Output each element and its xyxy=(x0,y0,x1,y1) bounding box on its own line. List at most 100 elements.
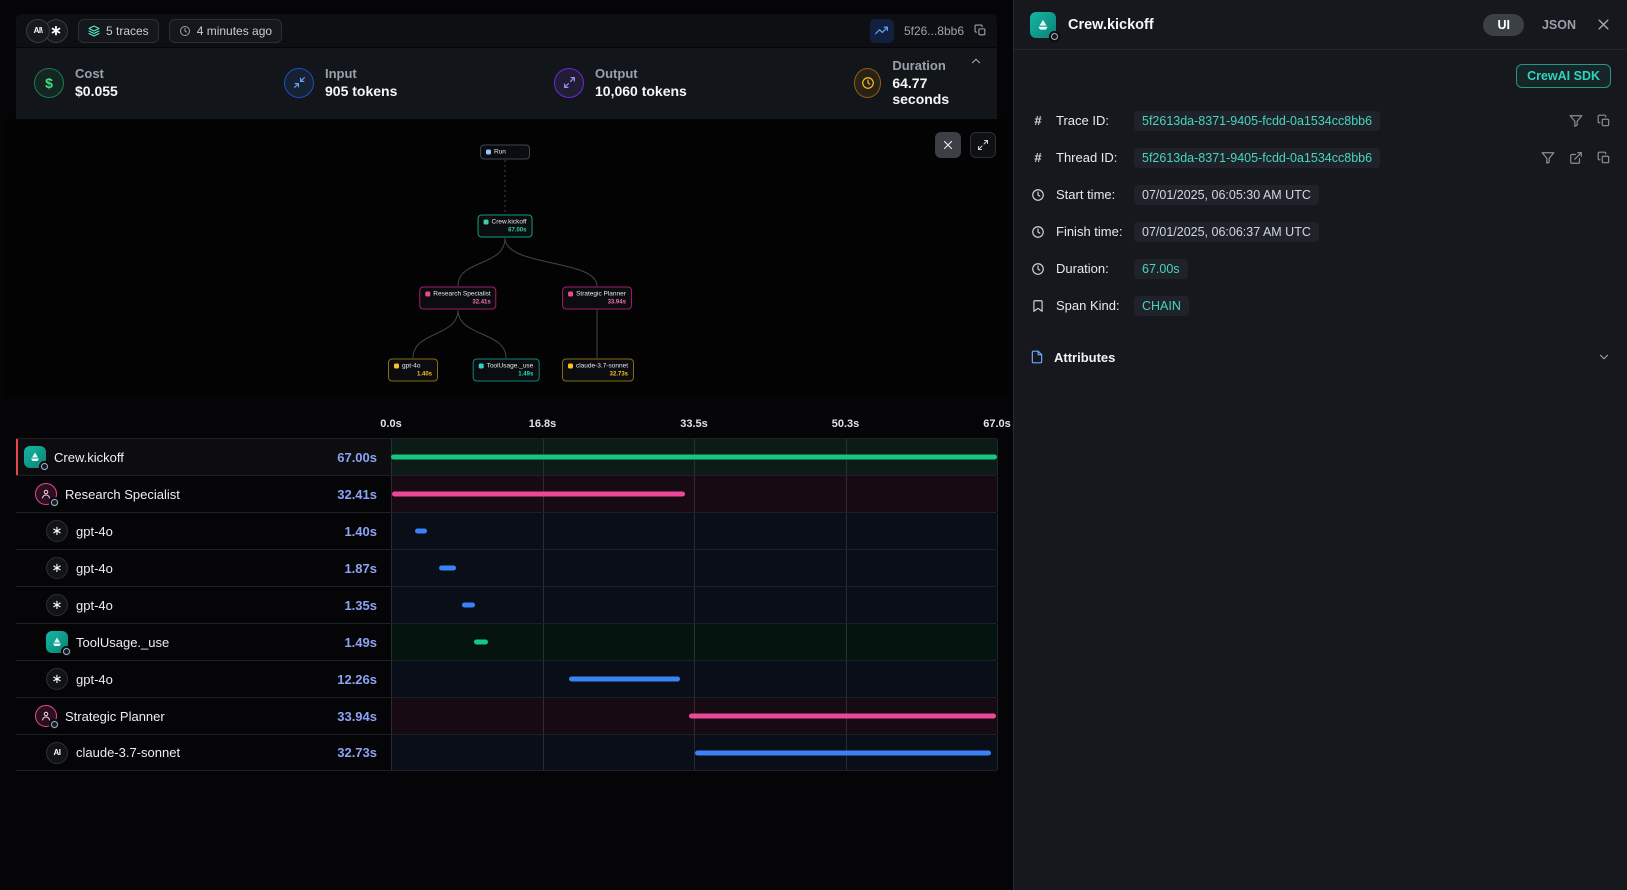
node-type-icon xyxy=(484,220,489,225)
graph-node-claude-3-7-sonnet[interactable]: claude-3.7-sonnet32.73s xyxy=(562,359,634,382)
duration-value: 64.77 seconds xyxy=(892,75,979,107)
file-icon xyxy=(1030,350,1044,364)
graph-node-crew-kickoff[interactable]: Crew.kickoff 67.00s xyxy=(478,215,533,238)
node-duration-tag: 1.49s xyxy=(479,372,534,378)
arrows-in-icon xyxy=(284,68,314,98)
input-label: Input xyxy=(325,66,397,81)
traces-count-label: 5 traces xyxy=(106,24,149,38)
timeline-row[interactable]: ∗gpt-4o1.87s xyxy=(16,549,997,586)
agentops-badge-icon xyxy=(49,497,60,508)
node-duration-tag: 67.00s xyxy=(484,228,527,234)
duration-bar xyxy=(415,529,428,534)
crewai-icon xyxy=(24,446,46,468)
graph-node-gpt-4o[interactable]: gpt-4o1.40s xyxy=(388,359,438,382)
copy-icon[interactable] xyxy=(1597,151,1611,165)
field-row: #Thread ID:5f2613da-8371-9405-fcdd-0a153… xyxy=(1030,139,1611,176)
attributes-section-toggle[interactable]: Attributes xyxy=(1030,340,1611,374)
node-label: Crew.kickoff xyxy=(492,219,527,226)
span-duration: 33.94s xyxy=(337,709,377,724)
filter-icon[interactable] xyxy=(1541,151,1555,165)
trace-graph: Run Crew.kickoff 67.00s Research Specialist… xyxy=(5,119,1008,398)
arrows-out-icon xyxy=(554,68,584,98)
openai-logo-icon: ∗ xyxy=(46,668,68,690)
trace-id-short: 5f26...8bb6 xyxy=(904,24,964,38)
span-duration: 32.73s xyxy=(337,745,377,760)
node-type-icon xyxy=(479,364,484,369)
timeline-row[interactable]: ∗gpt-4o1.40s xyxy=(16,512,997,549)
timeline-row[interactable]: AIclaude-3.7-sonnet32.73s xyxy=(16,734,997,771)
openai-logo-icon: ∗ xyxy=(46,594,68,616)
external-icon[interactable] xyxy=(1569,151,1583,165)
stat-input: Input 905 tokens xyxy=(284,66,554,99)
field-row: Start time:07/01/2025, 06:05:30 AM UTC xyxy=(1030,176,1611,213)
app-root: AI\ ∗ 5 traces 4 minutes ago 5f26...8bb6 xyxy=(0,0,1627,890)
field-actions xyxy=(1541,151,1611,165)
graph-node-strategic-planner[interactable]: Strategic Planner33.94s xyxy=(562,287,632,310)
filter-icon[interactable] xyxy=(1569,114,1583,128)
span-name: Research Specialist xyxy=(65,487,180,502)
clock-icon xyxy=(1030,188,1046,202)
duration-label: Duration xyxy=(892,58,979,73)
tab-json[interactable]: JSON xyxy=(1542,18,1576,32)
timeline-row[interactable]: Crew.kickoff67.00s xyxy=(16,438,997,475)
graph-controls xyxy=(935,132,996,158)
chevron-up-icon[interactable] xyxy=(969,54,983,73)
timeline-row[interactable]: ∗ gpt-4o 12.26s xyxy=(16,660,997,697)
span-name: gpt-4o xyxy=(76,672,113,687)
timeline-row[interactable]: ∗gpt-4o1.35s xyxy=(16,586,997,623)
anthropic-logo-icon: AI xyxy=(46,742,68,764)
field-value: CHAIN xyxy=(1134,296,1189,316)
copy-icon[interactable] xyxy=(974,24,987,37)
agent-icon xyxy=(35,483,57,505)
timeline-row[interactable]: Research Specialist32.41s xyxy=(16,475,997,512)
sdk-badge-row: CrewAI SDK xyxy=(1030,64,1611,88)
clock-icon xyxy=(179,25,191,37)
field-label: Thread ID: xyxy=(1056,150,1134,165)
detail-panel: Crew.kickoff UI JSON CrewAI SDK #Trace I… xyxy=(1013,0,1627,890)
stat-duration: Duration 64.77 seconds xyxy=(854,58,979,107)
close-graph-button[interactable] xyxy=(935,132,961,158)
bookmark-icon xyxy=(1030,299,1046,313)
timeline-row[interactable]: Strategic Planner33.94s xyxy=(16,697,997,734)
graph-node-toolusage-use[interactable]: ToolUsage._use1.49s xyxy=(473,359,540,382)
expand-graph-button[interactable] xyxy=(970,132,996,158)
axis-label: 0.0s xyxy=(380,418,401,430)
field-value: 5f2613da-8371-9405-fcdd-0a1534cc8bb6 xyxy=(1134,111,1380,131)
node-type-icon xyxy=(568,292,573,297)
span-duration: 1.49s xyxy=(344,635,377,650)
chevron-down-icon[interactable] xyxy=(1597,350,1611,364)
field-value: 67.00s xyxy=(1134,259,1188,279)
header-right-cluster: 5f26...8bb6 xyxy=(870,19,987,43)
axis-label: 16.8s xyxy=(529,418,557,430)
crewai-icon xyxy=(1030,12,1056,38)
node-type-icon xyxy=(568,364,573,369)
span-duration: 1.40s xyxy=(344,524,377,539)
graph-edges xyxy=(5,119,1008,398)
copy-icon[interactable] xyxy=(1597,114,1611,128)
timeline-row[interactable]: ToolUsage._use1.49s xyxy=(16,623,997,660)
metrics-chart-button[interactable] xyxy=(870,19,894,43)
field-row: Duration:67.00s xyxy=(1030,250,1611,287)
duration-bar xyxy=(439,566,456,571)
anthropic-logo-icon: AI\ xyxy=(26,19,50,43)
timeline-rows: Crew.kickoff67.00sResearch Specialist32.… xyxy=(16,438,997,771)
tab-ui[interactable]: UI xyxy=(1483,14,1524,36)
hash-icon: # xyxy=(1030,113,1046,128)
stat-cost: $ Cost $0.055 xyxy=(34,66,284,99)
duration-bar xyxy=(391,455,997,460)
close-panel-button[interactable] xyxy=(1596,17,1611,32)
time-ago-badge: 4 minutes ago xyxy=(169,19,282,43)
node-duration-tag: 33.94s xyxy=(568,300,626,306)
span-duration: 12.26s xyxy=(337,672,377,687)
field-row: Finish time:07/01/2025, 06:06:37 AM UTC xyxy=(1030,213,1611,250)
clock-icon xyxy=(854,68,881,98)
node-type-icon xyxy=(394,364,399,369)
graph-node-run[interactable]: Run xyxy=(480,145,530,160)
node-type-icon xyxy=(425,292,430,297)
field-label: Span Kind: xyxy=(1056,298,1134,313)
maximize-icon xyxy=(977,139,989,151)
duration-bar xyxy=(462,603,474,608)
graph-node-research-specialist[interactable]: Research Specialist32.41s xyxy=(419,287,496,310)
axis-label: 50.3s xyxy=(832,418,860,430)
traces-count-badge[interactable]: 5 traces xyxy=(78,19,159,43)
